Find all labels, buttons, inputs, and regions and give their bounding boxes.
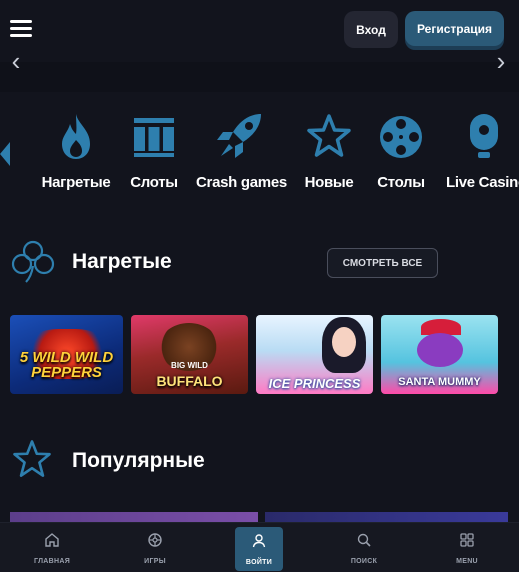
webcam-icon [470, 114, 498, 158]
bottom-nav: ГЛАВНАЯ ИГРЫ ВОЙТИ ПОИСК MENU [0, 522, 519, 572]
category-label: Crash games [196, 174, 287, 191]
home-icon [45, 533, 59, 547]
nav-login[interactable]: ВОЙТИ [235, 527, 283, 571]
category-hot[interactable]: Нагретые [41, 112, 111, 191]
user-icon [252, 534, 266, 548]
clover-icon [11, 240, 55, 283]
popular-section-title: Популярные [72, 449, 205, 472]
game-title: SANTA MUMMY [398, 376, 481, 388]
game-subtitle: BIG WILD [171, 361, 208, 370]
popular-game-tile[interactable] [265, 512, 508, 522]
header: Вход Регистрация [0, 0, 519, 62]
category-label: Слоты [130, 174, 178, 191]
category-strip: Нагретые Слоты Crash games Новые Столы L… [0, 112, 519, 212]
film-reel-icon [380, 116, 422, 158]
category-crash-games[interactable]: Crash games [196, 112, 287, 191]
nav-label: ИГРЫ [144, 558, 166, 565]
game-tile-big-wild-buffalo[interactable]: BIG WILD BUFFALO [131, 315, 248, 394]
register-button[interactable]: Регистрация [405, 11, 504, 46]
login-button[interactable]: Вход [344, 11, 398, 48]
nav-search[interactable]: ПОИСК [324, 523, 404, 572]
category-label: Столы [377, 174, 425, 191]
category-label: Live Casino [446, 174, 519, 191]
nav-home[interactable]: ГЛАВНАЯ [12, 523, 92, 572]
carousel-prev-icon[interactable]: ‹ [6, 48, 26, 74]
see-all-button[interactable]: СМОТРЕТЬ ВСЕ [327, 248, 438, 278]
hamburger-menu-icon[interactable] [10, 20, 32, 38]
search-icon [357, 533, 371, 547]
game-title: BUFFALO [156, 373, 223, 389]
nav-menu[interactable]: MENU [427, 523, 507, 572]
category-partial-icon [0, 142, 18, 166]
category-label: Нагретые [41, 174, 111, 191]
nav-label: ГЛАВНАЯ [33, 558, 71, 565]
nav-label: ПОИСК [350, 558, 378, 565]
game-tile-santa-mummy[interactable]: SANTA MUMMY [381, 315, 498, 394]
carousel-next-icon[interactable]: › [491, 48, 511, 74]
hot-section-title: Нагретые [72, 250, 172, 273]
category-new[interactable]: Новые [302, 112, 356, 191]
star-icon [307, 114, 351, 157]
fire-icon [62, 114, 90, 159]
promo-banner[interactable] [0, 62, 519, 92]
rocket-icon [217, 114, 261, 158]
popular-game-tile[interactable] [10, 512, 258, 522]
category-slots[interactable]: Слоты [126, 112, 182, 191]
category-live-casino[interactable]: Live Casino [446, 112, 519, 191]
slots-icon [134, 118, 174, 157]
category-tables[interactable]: Столы [374, 112, 428, 191]
nav-label: MENU [456, 558, 478, 565]
game-title: 5 WILD WILD PEPPERS [19, 349, 114, 381]
games-icon [148, 533, 162, 547]
game-tile-wild-peppers[interactable]: 5 WILD WILD PEPPERS [10, 315, 123, 394]
category-label: Новые [304, 174, 354, 191]
star-outline-icon [13, 440, 51, 477]
nav-games[interactable]: ИГРЫ [115, 523, 195, 572]
game-title: ICE PRINCESS [268, 376, 361, 391]
nav-label: ВОЙТИ [245, 559, 273, 566]
grid-icon [460, 533, 474, 547]
game-tile-ice-princess[interactable]: ICE PRINCESS [256, 315, 373, 394]
